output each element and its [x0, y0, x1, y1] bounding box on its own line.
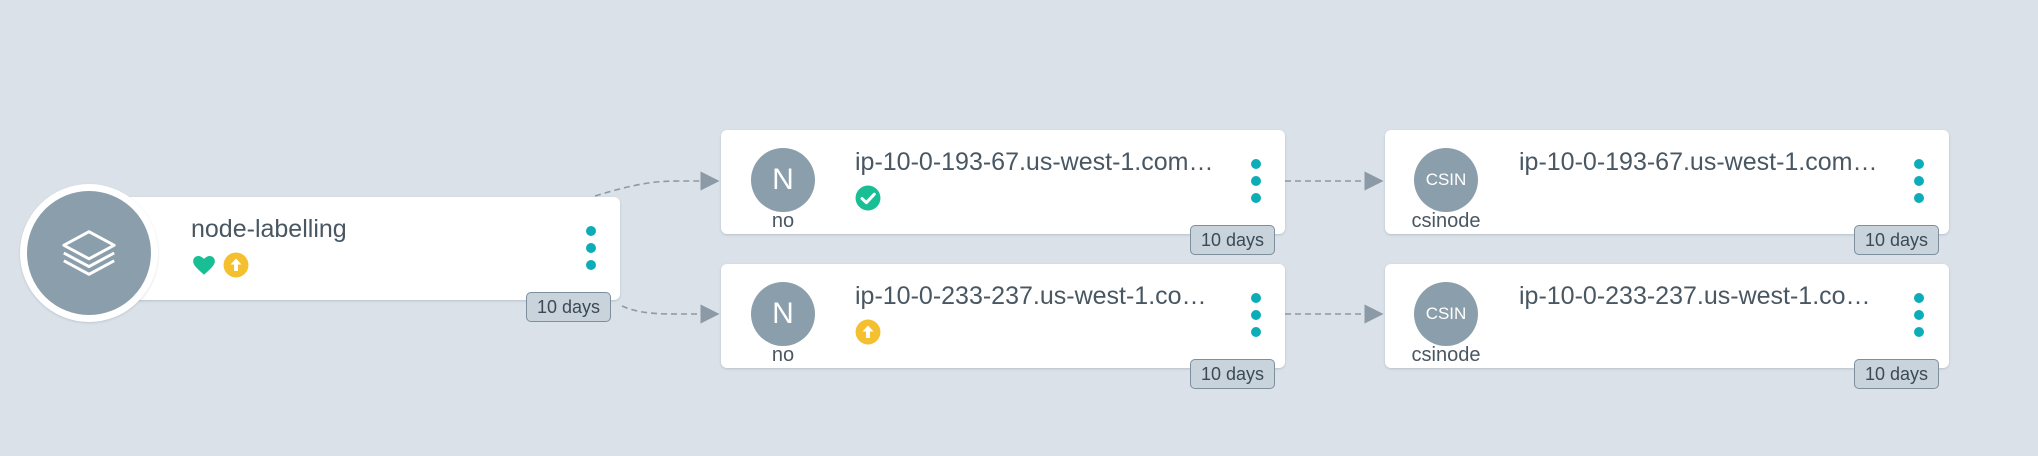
- node-kind-label-1: no: [771, 210, 795, 232]
- menu-dot: [1251, 176, 1261, 186]
- csinode-menu-button-2[interactable]: [1912, 293, 1926, 337]
- csinode-kind-label-1: csinode: [1411, 210, 1481, 232]
- app-node-age-badge: 10 days: [526, 292, 612, 322]
- menu-dot: [1914, 193, 1924, 203]
- node-kind-icon-1: N: [751, 148, 815, 212]
- node-status-2: [855, 319, 881, 345]
- csinode-age-badge-1: 10 days: [1854, 225, 1940, 255]
- node-age-badge-1: 10 days: [1190, 225, 1276, 255]
- node-menu-button-1[interactable]: [1249, 159, 1263, 203]
- csinode-age-badge-2: 10 days: [1854, 359, 1940, 389]
- edge-app-to-node-2: [621, 304, 720, 324]
- arrow-up-circle-icon: [223, 252, 249, 278]
- menu-dot: [586, 226, 596, 236]
- csinode-name-1[interactable]: ip-10-0-193-67.us-west-1.com…: [1519, 148, 1879, 177]
- menu-dot: [1914, 310, 1924, 320]
- menu-dot: [1914, 176, 1924, 186]
- menu-dot: [1251, 293, 1261, 303]
- menu-dot: [1914, 293, 1924, 303]
- menu-dot: [1251, 310, 1261, 320]
- menu-dot: [586, 243, 596, 253]
- app-node-status: [191, 252, 249, 278]
- csinode-kind-icon-2: CSIN: [1414, 282, 1478, 346]
- csinode-menu-button-1[interactable]: [1912, 159, 1926, 203]
- edge-app-to-node-1: [594, 171, 720, 197]
- csinode-kind-label-2: csinode: [1411, 344, 1481, 366]
- node-status-1: [855, 185, 881, 211]
- menu-dot: [586, 260, 596, 270]
- layers-icon: [62, 230, 116, 276]
- node-kind-label-2: no: [771, 344, 795, 366]
- resource-tree-graph: node-labelling 10 days N no ip-10-0-193-…: [0, 0, 2038, 456]
- menu-dot: [1914, 159, 1924, 169]
- check-circle-icon: [855, 185, 881, 211]
- csinode-kind-icon-1: CSIN: [1414, 148, 1478, 212]
- menu-dot: [1251, 159, 1261, 169]
- app-node-name[interactable]: node-labelling: [191, 215, 491, 244]
- node-age-badge-2: 10 days: [1190, 359, 1276, 389]
- heart-icon: [193, 256, 215, 275]
- arrow-up-circle-icon: [855, 319, 881, 345]
- menu-dot: [1914, 327, 1924, 337]
- node-name-1[interactable]: ip-10-0-193-67.us-west-1.com…: [855, 148, 1215, 177]
- menu-dot: [1251, 193, 1261, 203]
- node-name-2[interactable]: ip-10-0-233-237.us-west-1.co…: [855, 282, 1215, 311]
- app-node-icon-circle[interactable]: [20, 184, 158, 322]
- node-kind-icon-2: N: [751, 282, 815, 346]
- app-node-menu-button[interactable]: [584, 226, 598, 270]
- menu-dot: [1251, 327, 1261, 337]
- csinode-name-2[interactable]: ip-10-0-233-237.us-west-1.co…: [1519, 282, 1879, 311]
- node-menu-button-2[interactable]: [1249, 293, 1263, 337]
